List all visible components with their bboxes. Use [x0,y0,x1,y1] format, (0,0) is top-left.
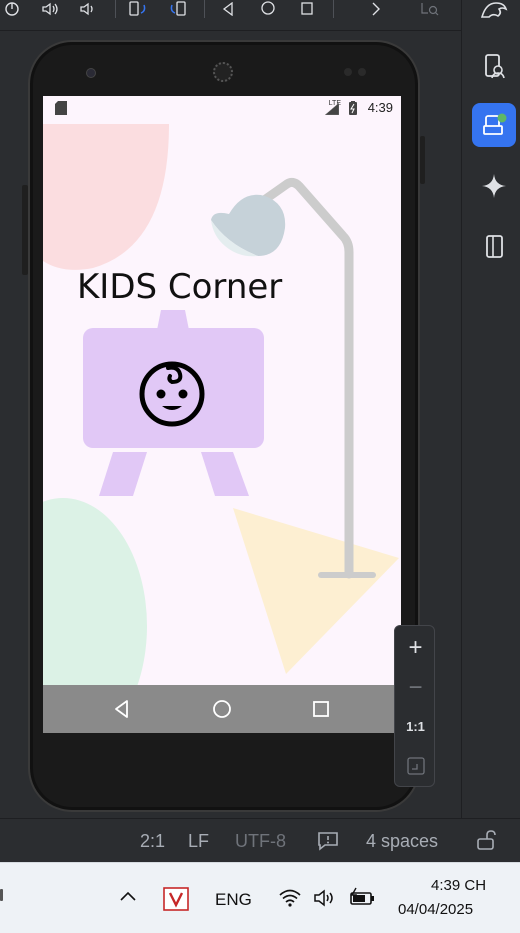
wifi-icon[interactable] [278,888,302,913]
actual-size-button[interactable]: 1:1 [395,706,436,746]
sensor-dot [358,68,366,76]
volume-down-icon[interactable] [78,0,98,18]
rotate-left-icon[interactable] [128,0,148,18]
ide-status-bar: 2:1 LF UTF-8 4 spaces [0,818,520,862]
home-icon[interactable] [258,0,278,18]
zoom-out-button[interactable]: − [395,668,436,708]
baby-face-icon [139,361,205,427]
input-language[interactable]: ENG [215,890,252,910]
app-tray-icon[interactable] [163,887,189,916]
rotate-right-icon[interactable] [168,0,188,18]
taskbar-time[interactable]: 4:39 CH [431,877,486,894]
speaker-grille [213,62,233,82]
windows-taskbar: ENG 4:39 CH 04/04/2025 [0,862,520,933]
taskbar-edge [0,889,3,901]
zoom-in-button[interactable]: + [395,628,436,668]
gemini-icon[interactable] [472,0,516,32]
front-camera-icon [86,68,96,78]
file-encoding[interactable]: UTF-8 [235,831,286,852]
toolbar-separator [204,0,205,18]
sd-card-icon [55,101,67,115]
nav-home-icon[interactable] [210,697,234,721]
unlock-icon[interactable] [476,829,496,856]
volume-icon[interactable] [313,889,337,912]
overview-icon[interactable] [297,0,317,18]
zoom-icon[interactable] [420,0,440,18]
nav-overview-icon[interactable] [309,697,333,721]
toolbar-separator [333,0,334,18]
device-manager-icon[interactable] [472,44,516,88]
ai-sparkle-icon[interactable] [472,164,516,208]
signal-icon [325,103,339,115]
emulator-toolbar [0,0,461,31]
nav-back-icon[interactable] [110,697,134,721]
power-icon[interactable] [2,0,22,18]
back-icon[interactable] [218,0,238,18]
notifications-icon[interactable] [317,831,339,856]
right-tool-strip [461,0,520,818]
battery-icon [349,101,357,115]
toolbar-separator [115,0,116,18]
device-navigation-bar [43,685,401,733]
phone-side-button [420,136,425,184]
device-screen[interactable]: LTE 4:39 KIDS Corner [43,96,401,733]
device-clock: 4:39 [367,100,393,115]
line-ending[interactable]: LF [188,831,209,852]
phone-side-button [22,185,28,275]
running-devices-icon[interactable] [472,103,516,147]
zoom-controls: + − 1:1 [394,625,435,787]
sensor-dot [344,68,352,76]
caret-position[interactable]: 2:1 [140,831,165,852]
battery-charging-icon[interactable] [348,887,376,912]
fit-screen-icon[interactable] [395,746,436,786]
indent-setting[interactable]: 4 spaces [366,831,438,852]
more-icon[interactable] [366,0,386,18]
device-mirroring-icon[interactable] [472,224,516,268]
app-title: KIDS Corner [77,267,283,307]
device-status-bar: LTE 4:39 [43,96,401,120]
show-hidden-icons-icon[interactable] [119,889,137,907]
volume-up-icon[interactable] [40,0,60,18]
taskbar-date[interactable]: 04/04/2025 [398,901,473,918]
